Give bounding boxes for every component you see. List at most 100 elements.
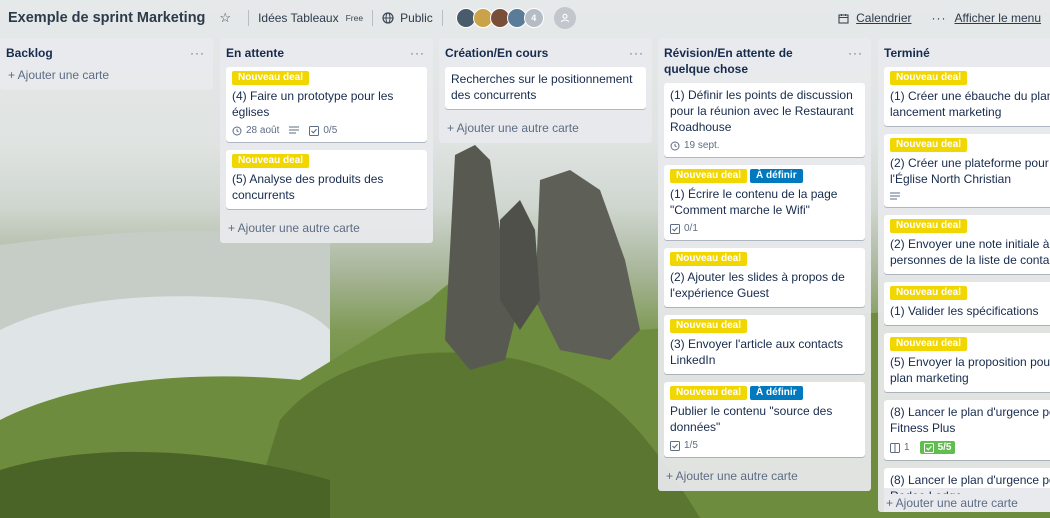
card-labels: Nouveau deal <box>890 138 1050 152</box>
list-menu-icon[interactable]: ··· <box>848 47 863 59</box>
team-button[interactable]: Idées Tableaux Free <box>258 11 363 25</box>
card-title: (1) Créer une ébauche du plan de lanceme… <box>890 89 1050 119</box>
description-icon <box>289 126 300 134</box>
add-card-button[interactable]: + Ajouter une carte <box>6 67 207 84</box>
visibility-button[interactable]: Public <box>382 11 433 25</box>
card-label-blue: À définir <box>750 386 803 400</box>
card-title: (4) Faire un prototype pour les églises <box>232 89 394 119</box>
header-right: Calendrier ··· Afficher le menu <box>838 0 1041 36</box>
list-header: Backlog ··· <box>6 38 207 67</box>
description-icon <box>890 192 900 200</box>
attachment-count: 1 <box>904 442 910 453</box>
list-title[interactable]: Révision/En attente de quelque chose <box>664 45 839 77</box>
card-label-yellow: Nouveau deal <box>890 71 968 85</box>
checklist-icon <box>670 223 680 234</box>
checklist-badge: 0/5 <box>309 125 337 136</box>
list-termine: Terminé Nouveau deal (1) Créer une ébauc… <box>878 38 1050 512</box>
card[interactable]: (8) Lancer le plan d'urgence pour Fitnes… <box>884 400 1050 460</box>
team-plan-badge: Free <box>345 13 364 23</box>
checklist-complete-badge: 5/5 <box>919 441 956 454</box>
card[interactable]: Nouveau deal (5) Envoyer la proposition … <box>884 333 1050 392</box>
due-date-text: 28 août <box>246 125 280 136</box>
team-name: Idées Tableaux <box>258 11 339 25</box>
card-labels: Nouveau deal À définir <box>670 169 859 183</box>
list-menu-icon[interactable]: ··· <box>410 47 425 59</box>
card-title: (3) Envoyer l'article aux contacts Linke… <box>670 337 844 367</box>
card[interactable]: Nouveau deal (1) Créer une ébauche du pl… <box>884 67 1050 126</box>
checklist-icon <box>309 125 320 136</box>
checklist-text: 5/5 <box>937 442 952 453</box>
due-date-text: 19 sept. <box>684 140 720 151</box>
card[interactable]: Recherches sur le positionnement des con… <box>445 67 646 109</box>
attachment-icon <box>890 442 900 453</box>
board-header: Exemple de sprint Marketing ☆ Idées Tabl… <box>0 0 1050 36</box>
card[interactable]: Nouveau deal À définir Publier le conten… <box>664 382 865 457</box>
card-title: (2) Créer une plateforme pour l'Église N… <box>890 156 1049 186</box>
star-icon[interactable]: ☆ <box>219 10 231 26</box>
clock-icon <box>232 126 242 135</box>
card-badges: 1/5 <box>670 440 859 451</box>
show-menu-button[interactable]: ··· Afficher le menu <box>932 11 1042 25</box>
card-title: (5) Analyse des produits des concurrents <box>232 172 384 202</box>
add-card-button[interactable]: + Ajouter une autre carte <box>664 465 865 485</box>
card-badges: 28 août 0/5 <box>232 125 421 136</box>
list-title[interactable]: Création/En cours <box>445 45 548 61</box>
card[interactable]: Nouveau deal À définir (1) Écrire le con… <box>664 165 865 240</box>
board-title[interactable]: Exemple de sprint Marketing <box>8 10 205 26</box>
card-labels: Nouveau deal <box>890 219 1050 233</box>
calendar-icon <box>838 13 849 24</box>
list-backlog: Backlog ··· + Ajouter une carte <box>0 38 213 90</box>
list-title[interactable]: Terminé <box>884 45 930 61</box>
checklist-text: 1/5 <box>684 440 698 451</box>
card[interactable]: (1) Définir les points de discussion pou… <box>664 83 865 157</box>
add-card-button[interactable]: + Ajouter une autre carte <box>445 117 646 137</box>
card[interactable]: Nouveau deal (2) Envoyer une note initia… <box>884 215 1050 274</box>
header-divider <box>248 10 250 26</box>
card-label-yellow: Nouveau deal <box>670 386 748 400</box>
invite-member-button[interactable] <box>553 7 576 29</box>
board-members: 4 <box>455 7 576 29</box>
calendar-button[interactable]: Calendrier <box>838 11 912 25</box>
list-title[interactable]: Backlog <box>6 45 53 61</box>
visibility-label: Public <box>400 11 433 25</box>
card-labels: Nouveau deal À définir <box>670 386 859 400</box>
card-label-yellow: Nouveau deal <box>670 252 748 266</box>
card-title: Recherches sur le positionnement des con… <box>451 72 633 102</box>
add-card-button[interactable]: + Ajouter une autre carte <box>226 217 427 237</box>
card-title: (2) Ajouter les slides à propos de l'exp… <box>670 270 845 300</box>
globe-icon <box>382 12 394 24</box>
card-title: (1) Valider les spécifications <box>890 304 1039 318</box>
list-en-attente: En attente ··· Nouveau deal (4) Faire un… <box>220 38 433 243</box>
card-label-blue: À définir <box>750 169 803 183</box>
clock-icon <box>670 141 680 150</box>
card[interactable]: Nouveau deal (2) Créer une plateforme po… <box>884 134 1050 207</box>
card[interactable]: Nouveau deal (1) Valider les spécificati… <box>884 282 1050 325</box>
card[interactable]: Nouveau deal (2) Ajouter les slides à pr… <box>664 248 865 307</box>
card-labels: Nouveau deal <box>232 154 421 168</box>
list-header: En attente ··· <box>226 38 427 67</box>
list-menu-icon[interactable]: ··· <box>190 47 205 59</box>
card-label-yellow: Nouveau deal <box>670 319 748 333</box>
more-members-badge[interactable]: 4 <box>523 8 544 28</box>
card[interactable]: Nouveau deal (4) Faire un prototype pour… <box>226 67 427 142</box>
show-menu-label: Afficher le menu <box>954 11 1042 25</box>
card[interactable]: Nouveau deal (3) Envoyer l'article aux c… <box>664 315 865 374</box>
card-labels: Nouveau deal <box>890 337 1050 351</box>
attachment-badge: 1 <box>890 442 910 453</box>
card-badges: 0/1 <box>670 223 859 234</box>
list-title[interactable]: En attente <box>226 45 284 61</box>
list-menu-icon[interactable]: ··· <box>629 47 644 59</box>
card-labels: Nouveau deal <box>232 71 421 85</box>
card-label-yellow: Nouveau deal <box>890 138 968 152</box>
checklist-icon <box>923 442 934 453</box>
card-label-yellow: Nouveau deal <box>232 71 310 85</box>
checklist-badge: 0/1 <box>670 223 698 234</box>
person-icon <box>560 13 569 23</box>
checklist-text: 0/5 <box>323 125 338 136</box>
list-creation-en-cours: Création/En cours ··· Recherches sur le … <box>439 38 652 143</box>
card-title: (1) Définir les points de discussion pou… <box>670 88 854 134</box>
checklist-badge: 1/5 <box>670 440 698 451</box>
card-label-yellow: Nouveau deal <box>890 286 968 300</box>
card[interactable]: Nouveau deal (5) Analyse des produits de… <box>226 150 427 209</box>
list-header: Terminé <box>884 38 1050 67</box>
